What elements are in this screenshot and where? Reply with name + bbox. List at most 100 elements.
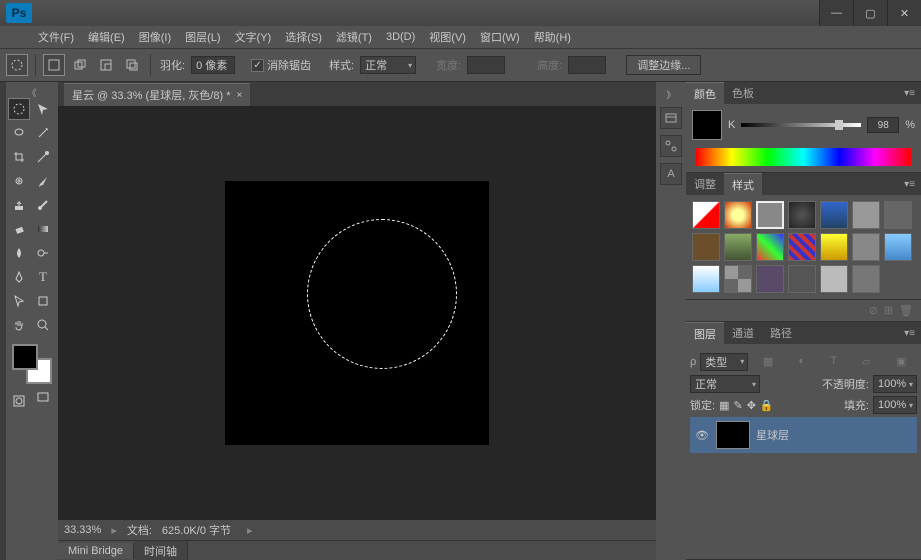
tab-swatches[interactable]: 色板 <box>724 82 762 104</box>
crop-tool[interactable] <box>8 146 30 168</box>
menu-edit[interactable]: 编辑(E) <box>82 27 131 47</box>
filter-kind-dropdown[interactable]: 类型 <box>700 353 748 371</box>
magic-wand-tool[interactable] <box>32 122 54 144</box>
history-brush-tool[interactable] <box>32 194 54 216</box>
filter-adjust-icon[interactable]: ◐ <box>798 355 805 368</box>
filter-smart-icon[interactable]: ▣ <box>896 355 906 368</box>
screen-mode-tool[interactable] <box>32 386 54 408</box>
style-swatch[interactable] <box>692 233 720 261</box>
close-tab-icon[interactable]: × <box>236 90 242 101</box>
filter-type-icon[interactable]: T <box>830 355 837 368</box>
clear-style-icon[interactable]: ⊘ <box>869 304 878 317</box>
menu-3d[interactable]: 3D(D) <box>380 29 421 45</box>
visibility-eye-icon[interactable]: 👁 <box>694 429 710 442</box>
tab-channels[interactable]: 通道 <box>724 322 762 344</box>
style-swatch[interactable] <box>852 233 880 261</box>
refine-edge-button[interactable]: 调整边缘... <box>626 55 701 75</box>
tab-paths[interactable]: 路径 <box>762 322 800 344</box>
lasso-tool[interactable] <box>8 122 30 144</box>
tab-mini-bridge[interactable]: Mini Bridge <box>58 543 134 559</box>
history-panel-icon[interactable] <box>660 107 682 129</box>
style-swatch[interactable] <box>820 201 848 229</box>
style-swatch[interactable] <box>724 201 752 229</box>
properties-panel-icon[interactable] <box>660 135 682 157</box>
opacity-input[interactable]: 100% <box>873 375 917 393</box>
eyedropper-tool[interactable] <box>32 146 54 168</box>
type-tool[interactable]: T <box>32 266 54 288</box>
intersect-selection-button[interactable] <box>121 54 143 76</box>
style-swatch[interactable] <box>820 265 848 293</box>
tab-styles[interactable]: 样式 <box>724 173 762 196</box>
style-dropdown[interactable]: 正常 <box>360 56 416 74</box>
hand-tool[interactable] <box>8 314 30 336</box>
style-swatch[interactable] <box>820 233 848 261</box>
k-value-input[interactable] <box>867 117 899 133</box>
subtract-selection-button[interactable] <box>95 54 117 76</box>
layer-row[interactable]: 👁 星球层 <box>690 417 917 453</box>
style-swatch[interactable] <box>788 233 816 261</box>
lock-all-icon[interactable]: 🔒 <box>760 399 774 412</box>
eraser-tool[interactable] <box>8 218 30 240</box>
minimize-button[interactable]: — <box>819 0 853 26</box>
filter-pixel-icon[interactable]: ▦ <box>763 355 773 368</box>
menu-type[interactable]: 文字(Y) <box>229 27 278 47</box>
blend-mode-dropdown[interactable]: 正常 <box>690 375 760 393</box>
canvas[interactable] <box>225 181 489 445</box>
move-tool[interactable] <box>32 98 54 120</box>
menu-help[interactable]: 帮助(H) <box>528 27 577 47</box>
tab-timeline[interactable]: 时间轴 <box>134 541 188 560</box>
style-swatch[interactable] <box>756 265 784 293</box>
character-panel-icon[interactable]: A <box>660 163 682 185</box>
style-swatch[interactable] <box>884 233 912 261</box>
antialias-check[interactable]: ✓ 消除锯齿 <box>251 57 311 73</box>
style-swatch[interactable] <box>692 265 720 293</box>
lock-pixels-icon[interactable]: ✎ <box>733 399 742 412</box>
dodge-tool[interactable] <box>32 242 54 264</box>
canvas-viewport[interactable] <box>58 106 656 520</box>
tab-color[interactable]: 颜色 <box>686 82 724 105</box>
menu-file[interactable]: 文件(F) <box>32 27 80 47</box>
document-tab[interactable]: 星云 @ 33.3% (星球层, 灰色/8) * × <box>64 83 250 106</box>
style-swatch[interactable] <box>788 201 816 229</box>
lock-transparent-icon[interactable]: ▦ <box>719 399 729 412</box>
menu-image[interactable]: 图像(I) <box>133 27 177 47</box>
style-swatch[interactable] <box>788 265 816 293</box>
menu-filter[interactable]: 滤镜(T) <box>330 27 378 47</box>
close-button[interactable]: ✕ <box>887 0 921 26</box>
menu-layer[interactable]: 图层(L) <box>179 27 226 47</box>
color-spectrum[interactable] <box>696 148 911 166</box>
style-none[interactable] <box>692 201 720 229</box>
quick-mask-tool[interactable] <box>8 390 30 412</box>
zoom-tool[interactable] <box>32 314 54 336</box>
style-swatch[interactable] <box>724 233 752 261</box>
ellipse-marquee-indicator[interactable] <box>6 54 28 76</box>
expand-arrow-icon[interactable]: 》 <box>666 88 675 101</box>
new-style-icon[interactable]: ⊞ <box>884 304 893 317</box>
healing-brush-tool[interactable] <box>8 170 30 192</box>
brush-tool[interactable] <box>32 170 54 192</box>
maximize-button[interactable]: ▢ <box>853 0 887 26</box>
foreground-color-swatch[interactable] <box>12 344 38 370</box>
zoom-readout[interactable]: 33.33% <box>64 524 101 536</box>
new-selection-button[interactable] <box>43 54 65 76</box>
style-swatch[interactable] <box>756 201 784 229</box>
layer-name[interactable]: 星球层 <box>756 427 789 443</box>
delete-style-icon[interactable]: 🗑 <box>899 304 913 317</box>
marquee-tool[interactable] <box>8 98 30 120</box>
gradient-tool[interactable] <box>32 218 54 240</box>
color-preview-swatch[interactable] <box>692 110 722 140</box>
feather-input[interactable] <box>191 56 235 74</box>
pen-tool[interactable] <box>8 266 30 288</box>
clone-stamp-tool[interactable] <box>8 194 30 216</box>
menu-view[interactable]: 视图(V) <box>423 27 472 47</box>
k-slider[interactable] <box>741 123 861 127</box>
color-swatches[interactable] <box>12 344 52 384</box>
menu-select[interactable]: 选择(S) <box>279 27 328 47</box>
slider-knob-icon[interactable] <box>835 120 843 130</box>
menu-window[interactable]: 窗口(W) <box>474 27 526 47</box>
style-swatch[interactable] <box>724 265 752 293</box>
collapse-arrow-icon[interactable]: 《 <box>27 86 36 96</box>
fill-input[interactable]: 100% <box>873 396 917 414</box>
panel-menu-icon[interactable]: ▾≡ <box>898 88 921 99</box>
tab-layers[interactable]: 图层 <box>686 322 724 345</box>
